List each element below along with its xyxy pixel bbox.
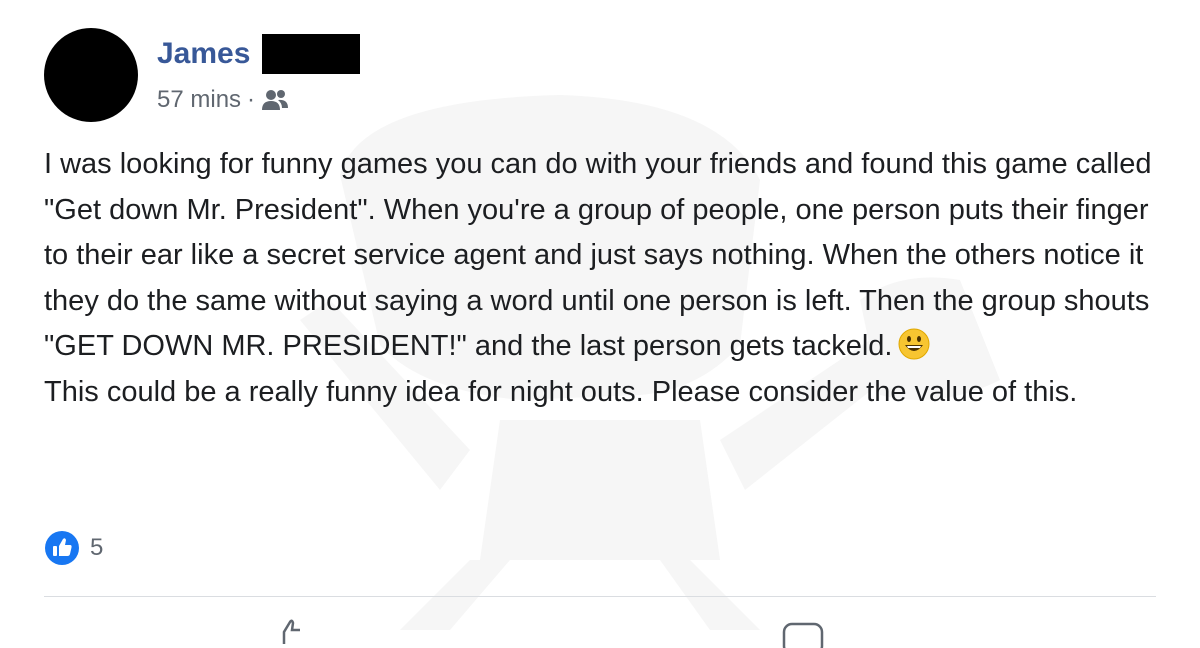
comment-button-icon[interactable] <box>780 618 826 648</box>
post-paragraph: This could be a really funny idea for ni… <box>44 375 1078 408</box>
meta-separator: · <box>247 86 256 113</box>
author-avatar[interactable] <box>44 28 138 122</box>
post-timestamp[interactable]: 57 mins <box>157 86 241 114</box>
friends-icon[interactable] <box>261 89 289 111</box>
redacted-surname <box>262 34 361 74</box>
post-meta: 57 mins · <box>157 84 289 116</box>
action-bar-divider <box>44 596 1156 597</box>
reaction-count: 5 <box>90 534 104 561</box>
like-button-icon[interactable] <box>268 614 308 644</box>
author-name[interactable]: James <box>157 37 250 71</box>
post-paragraph-text: I was looking for funny games you can do… <box>44 148 1160 362</box>
grinning-face-emoji <box>898 328 930 360</box>
thumbs-up-icon <box>45 531 79 565</box>
post-body: I was looking for funny games you can do… <box>44 142 1174 415</box>
post-paragraph: I was looking for funny games you can do… <box>44 142 1174 370</box>
post-header: James <box>157 34 361 74</box>
reaction-summary[interactable]: 5 <box>44 530 103 566</box>
